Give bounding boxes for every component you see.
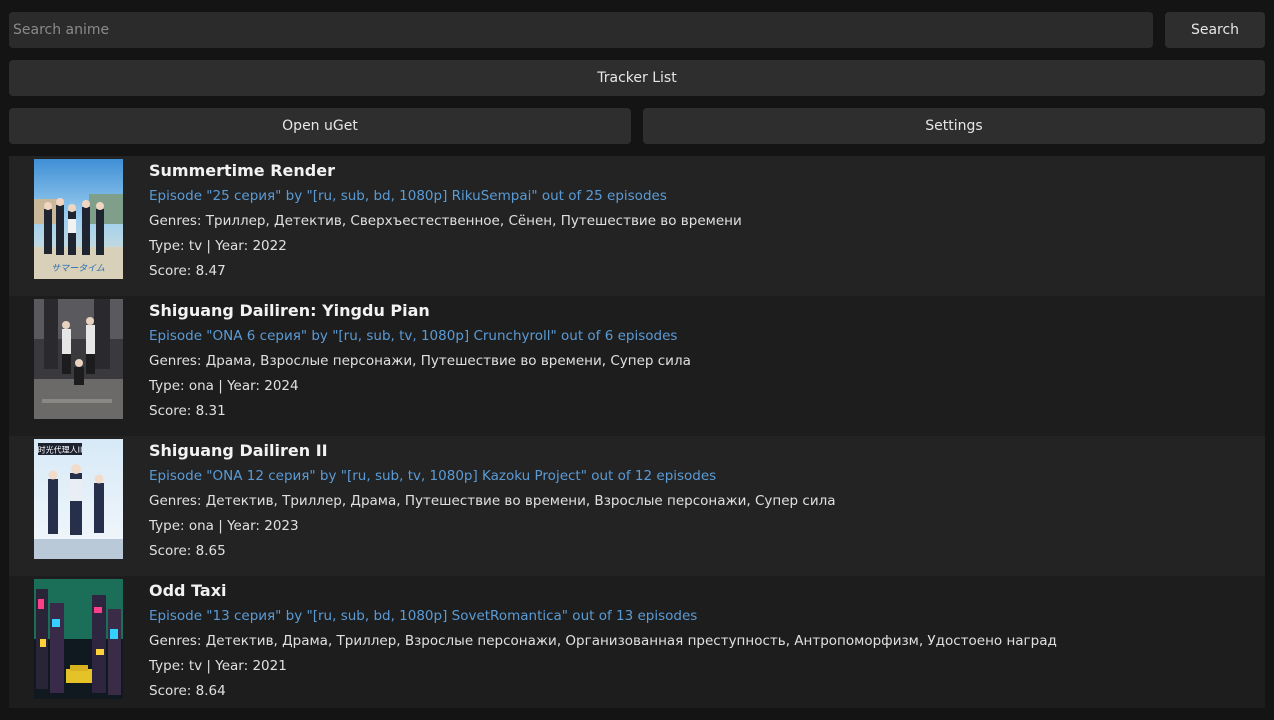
- app-window: Search Tracker List Open uGet Settings: [0, 0, 1274, 720]
- episode-link[interactable]: Episode "ONA 6 серия" by "[ru, sub, tv, …: [149, 325, 1255, 347]
- anime-title: Shiguang Dailiren: Yingdu Pian: [149, 301, 430, 320]
- list-item[interactable]: サマータイム Summertime Render Episode "25 сер…: [9, 156, 1265, 296]
- anime-score: Score: 8.64: [149, 683, 226, 699]
- episode-link[interactable]: Episode "13 серия" by "[ru, sub, bd, 108…: [149, 605, 1255, 627]
- actions-bar: Open uGet Settings: [9, 108, 1265, 144]
- episode-link[interactable]: Episode "ONA 12 серия" by "[ru, sub, tv,…: [149, 465, 1255, 487]
- tracker-bar: Tracker List: [9, 60, 1265, 96]
- list-item[interactable]: 时光代理人II Shiguang Dailiren II Episode "ON…: [9, 436, 1265, 576]
- anime-results-list: サマータイム Summertime Render Episode "25 сер…: [9, 156, 1265, 708]
- search-bar: Search: [9, 12, 1265, 48]
- anime-score: Score: 8.31: [149, 403, 226, 419]
- svg-text:サマータイム: サマータイム: [51, 263, 105, 274]
- svg-text:时光代理人II: 时光代理人II: [38, 445, 83, 455]
- anime-genres: Genres: Детектив, Драма, Триллер, Взросл…: [149, 633, 1057, 649]
- episode-link[interactable]: Episode "25 серия" by "[ru, sub, bd, 108…: [149, 185, 1255, 207]
- anime-title: Summertime Render: [149, 161, 335, 180]
- list-item[interactable]: Odd Taxi Episode "13 серия" by "[ru, sub…: [9, 576, 1265, 708]
- search-button[interactable]: Search: [1165, 12, 1265, 48]
- anime-genres: Genres: Триллер, Детектив, Сверхъестеств…: [149, 213, 742, 229]
- list-item[interactable]: Shiguang Dailiren: Yingdu Pian Episode "…: [9, 296, 1265, 436]
- item-info: Odd Taxi Episode "13 серия" by "[ru, sub…: [149, 580, 1255, 702]
- odd-taxi-poster: [34, 579, 123, 699]
- anime-genres: Genres: Детектив, Триллер, Драма, Путеше…: [149, 493, 836, 509]
- anime-score: Score: 8.47: [149, 263, 226, 279]
- anime-title: Shiguang Dailiren II: [149, 441, 328, 460]
- anime-genres: Genres: Драма, Взрослые персонажи, Путеш…: [149, 353, 691, 369]
- item-info: Shiguang Dailiren II Episode "ONA 12 сер…: [149, 440, 1255, 562]
- item-info: Summertime Render Episode "25 серия" by …: [149, 160, 1255, 282]
- anime-title: Odd Taxi: [149, 581, 227, 600]
- tracker-list-button[interactable]: Tracker List: [9, 60, 1265, 96]
- settings-button[interactable]: Settings: [643, 108, 1265, 144]
- anime-score: Score: 8.65: [149, 543, 226, 559]
- anime-type-year: Type: ona | Year: 2023: [149, 518, 299, 534]
- shiguang-dailiren-ii-poster: 时光代理人II: [34, 439, 123, 559]
- open-uget-button[interactable]: Open uGet: [9, 108, 631, 144]
- summertime-render-poster: サマータイム: [34, 159, 123, 279]
- anime-type-year: Type: tv | Year: 2021: [149, 658, 287, 674]
- shiguang-dailiren-yingdu-poster: [34, 299, 123, 419]
- search-input[interactable]: [9, 12, 1153, 48]
- anime-type-year: Type: tv | Year: 2022: [149, 238, 287, 254]
- item-info: Shiguang Dailiren: Yingdu Pian Episode "…: [149, 300, 1255, 422]
- anime-type-year: Type: ona | Year: 2024: [149, 378, 299, 394]
